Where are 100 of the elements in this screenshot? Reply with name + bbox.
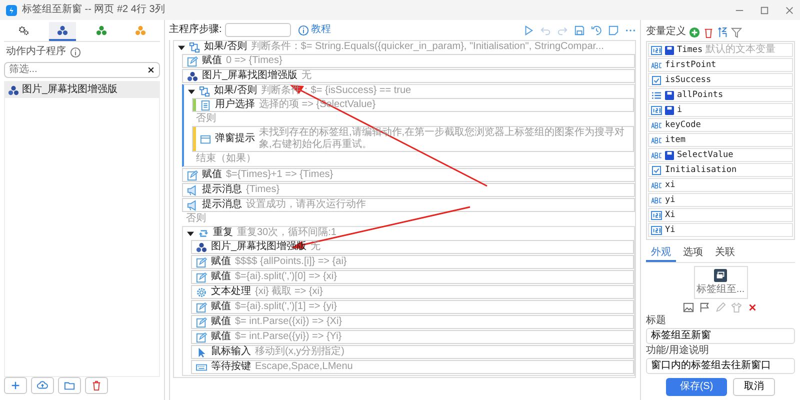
flag-icon[interactable] <box>699 302 710 313</box>
properties-tab[interactable]: 关联 <box>710 246 740 262</box>
variable-name: Initialisation <box>665 164 737 176</box>
step-title: 弹窗提示 <box>215 133 255 145</box>
tutorial-link[interactable]: 教程 <box>294 24 335 36</box>
variable-row[interactable]: Times 默认的文本变量 <box>648 43 793 57</box>
number-type-icon <box>651 226 662 234</box>
cluster-icon <box>196 242 207 252</box>
step-row[interactable]: 图片_屏幕找图增强版 无 <box>182 69 635 83</box>
variable-row[interactable]: firstPoint <box>648 58 793 72</box>
variable-name: SelectValue <box>677 149 734 161</box>
variable-name: keyCode <box>665 119 701 131</box>
checkbox-type-icon <box>651 166 662 174</box>
action-icon-preview[interactable]: 标签组至... <box>694 266 748 299</box>
step-title: 赋值 <box>211 256 231 268</box>
image-icon[interactable] <box>683 302 694 313</box>
subprogram-item[interactable]: 图片_屏幕找图增强版 <box>5 82 159 98</box>
add-button[interactable] <box>4 377 27 394</box>
properties-tab[interactable]: 选项 <box>678 246 708 262</box>
variable-row[interactable]: xi <box>648 178 793 192</box>
delete-button[interactable] <box>85 377 108 394</box>
step-title: 如果/否则 <box>204 41 247 53</box>
variable-row[interactable]: allPoints <box>648 88 793 102</box>
variable-row[interactable]: Xi <box>648 208 793 222</box>
caret-icon[interactable] <box>187 230 194 236</box>
variable-row[interactable]: i <box>648 103 793 117</box>
upload-button[interactable] <box>31 377 54 394</box>
variable-row[interactable]: Initialisation <box>648 163 793 177</box>
text-type-icon <box>651 136 662 144</box>
text-type-icon <box>651 196 662 204</box>
maximize-icon[interactable] <box>760 6 769 14</box>
step-row[interactable]: 文本处理 {xi} 截取 => {xi} <box>191 285 634 299</box>
variable-name: yi <box>665 194 676 206</box>
text-type-icon <box>651 180 662 190</box>
variable-row[interactable]: keyCode <box>648 118 793 132</box>
panel-tab[interactable] <box>49 22 76 41</box>
step-row[interactable]: 赋值 $={ai}.split(',')[0] => {xi} <box>191 270 634 284</box>
step-row[interactable]: 赋值 $= int.Parse({yi}) => {Yi} <box>191 330 634 344</box>
step-detail: 重复30次，循环间隔:1 <box>237 227 336 239</box>
step-row[interactable]: 等待按键 Escape,Space,LMenu <box>191 360 634 374</box>
loop-icon <box>198 228 209 238</box>
step-detail: $={Times}+1 => {Times} <box>226 169 334 181</box>
cursor-icon <box>196 346 207 358</box>
variable-name: item <box>665 134 686 146</box>
step-title: 赋值 <box>211 271 231 283</box>
step-detail: {Times} <box>246 184 280 196</box>
text-type-icon <box>651 60 662 70</box>
step-title: 赋值 <box>211 301 231 313</box>
pencil-icon <box>196 272 207 282</box>
pencil-icon <box>196 332 207 342</box>
pencil-icon <box>196 302 207 312</box>
step-row[interactable]: 提示消息 {Times} <box>182 183 635 197</box>
number-type-icon <box>651 210 662 220</box>
close-icon[interactable] <box>785 6 794 14</box>
cancel-button[interactable]: 取消 <box>733 378 776 396</box>
step-title: 重复 <box>213 227 233 239</box>
clear-icon[interactable] <box>147 66 155 74</box>
step-row[interactable]: 赋值 0 => {Times} <box>182 54 635 68</box>
step-title: 用户选择 <box>215 99 255 111</box>
add-icon[interactable] <box>689 26 700 38</box>
step-row[interactable]: 赋值 $$$$ {allPoints.[i]} => {ai} <box>191 255 634 269</box>
step-row[interactable]: 赋值 $={Times}+1 => {Times} <box>182 168 635 182</box>
variable-row[interactable]: isSuccess <box>648 73 793 87</box>
folder-button[interactable] <box>58 377 81 394</box>
step-search-field[interactable] <box>224 23 291 37</box>
step-row[interactable]: 赋值 $= int.Parse({xi}) => {Xi} <box>191 315 634 329</box>
step-row[interactable]: 鼠标输入 移动到(x,y分别指定) <box>191 345 634 359</box>
properties-tab[interactable]: 外观 <box>646 246 676 262</box>
subprogram-name: 图片_屏幕找图增强版 <box>22 84 118 96</box>
gears-icon <box>18 25 29 36</box>
step-row[interactable]: 赋值 $={ai}.split(',')[1] => {yi} <box>191 300 634 314</box>
caret-icon[interactable] <box>178 44 185 50</box>
section-label: 动作内子程序 <box>6 46 66 58</box>
trash-icon[interactable] <box>703 26 714 38</box>
info-icon[interactable] <box>70 46 81 58</box>
step-row[interactable]: 提示消息 设置成功，请再次运行动作 <box>182 198 635 212</box>
play-icon[interactable] <box>523 24 534 36</box>
branch-label: 否则 <box>186 213 206 225</box>
variable-row[interactable]: item <box>648 133 793 147</box>
variable-row[interactable]: yi <box>648 193 793 207</box>
step-detail: 0 => {Times} <box>226 55 282 67</box>
step-title: 提示消息 <box>202 184 242 196</box>
history-icon[interactable] <box>591 24 602 36</box>
cluster-icon <box>187 70 198 82</box>
variable-row[interactable]: Yi <box>648 223 793 237</box>
window-title: 标签组至新窗 -- 网页 #2 4行 3列 <box>22 4 165 16</box>
filter-icon[interactable] <box>731 26 742 38</box>
branch-label: 否则 <box>196 113 216 125</box>
save-button[interactable]: 保存(S) <box>666 378 728 396</box>
variable-row[interactable]: SelectValue <box>648 148 793 162</box>
variable-name: Times <box>677 44 703 56</box>
search-field[interactable]: 筛选... <box>4 62 160 78</box>
pencil-icon <box>196 256 207 268</box>
sort-icon[interactable] <box>717 26 728 38</box>
note-icon[interactable] <box>608 24 619 36</box>
caret-icon[interactable] <box>188 88 195 94</box>
delete-icon[interactable] <box>747 302 758 313</box>
checkbox-type-icon <box>651 76 662 84</box>
save-icon[interactable] <box>574 24 585 36</box>
pencil-icon <box>187 170 198 180</box>
